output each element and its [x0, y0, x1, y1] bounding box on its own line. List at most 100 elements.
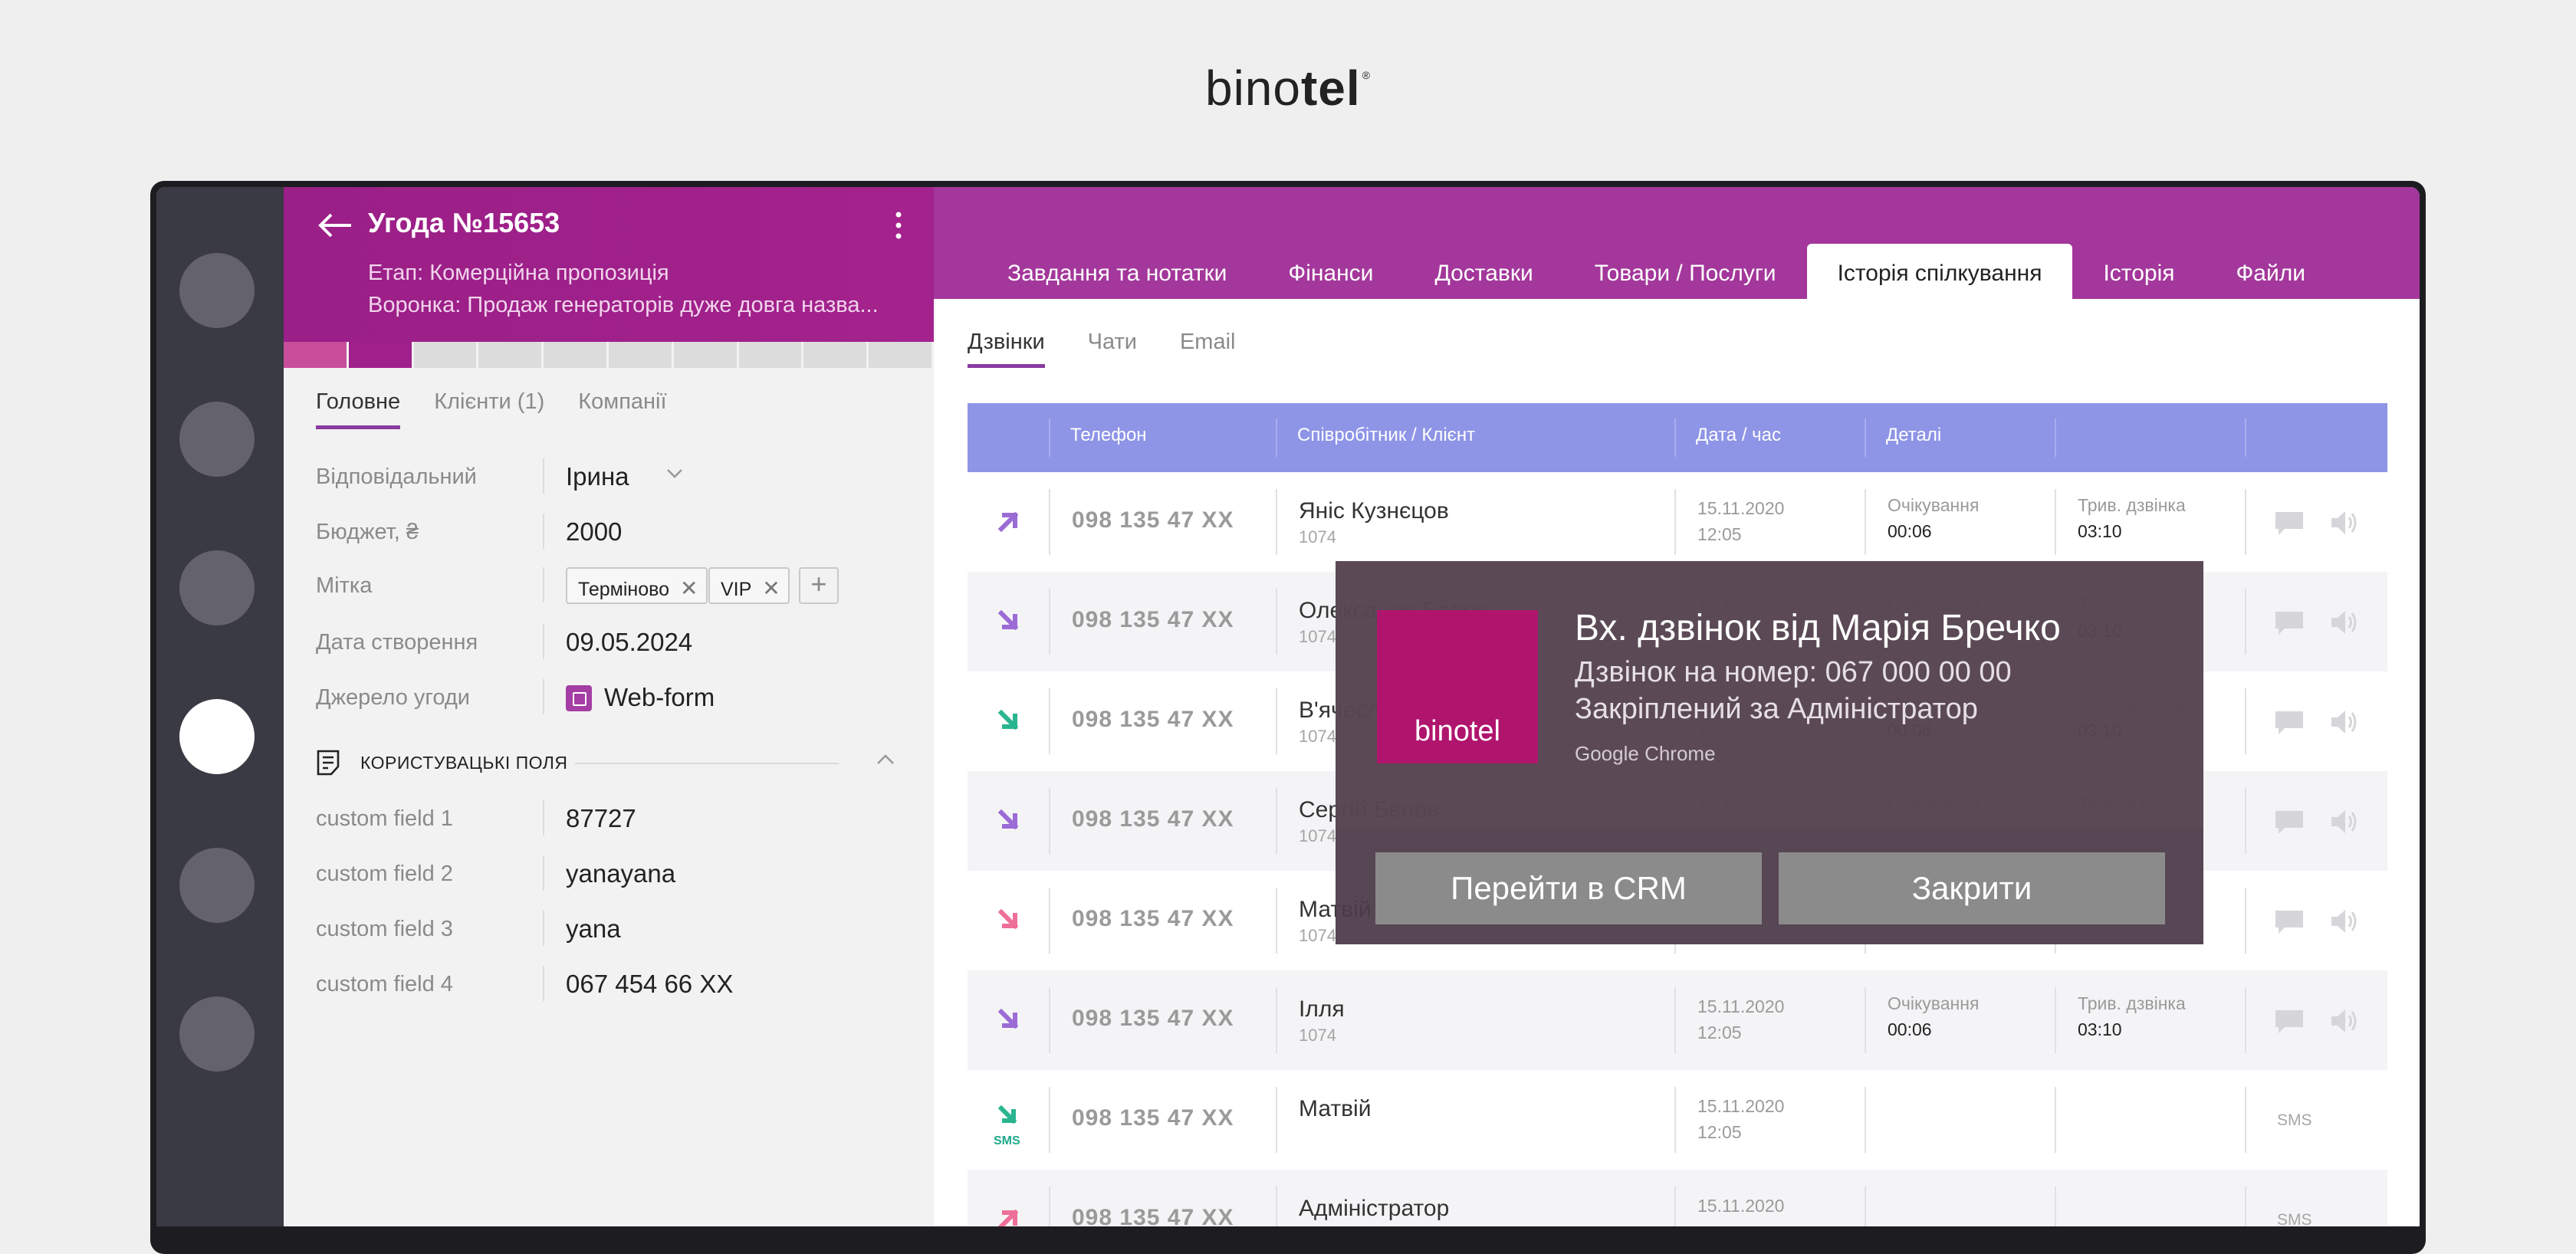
created-date: 09.05.2024 — [566, 628, 693, 656]
contact-name[interactable]: Яніс Кузнєцов — [1299, 498, 1449, 524]
field-tag: Мітка Терміново ✕ VIP ✕ + — [316, 567, 914, 606]
stage-step[interactable] — [348, 342, 414, 368]
rail-item-6[interactable] — [179, 996, 255, 1072]
tag-vip[interactable]: VIP ✕ — [708, 567, 790, 604]
tab-main[interactable]: Головне — [316, 389, 401, 429]
stage-step[interactable] — [738, 342, 804, 368]
budget-value[interactable]: 2000 — [566, 517, 622, 547]
phone-number[interactable]: 098 135 47 XX — [1072, 906, 1234, 932]
tab-files[interactable]: Файли — [2206, 244, 2337, 299]
sms-label: SMS — [2277, 1211, 2312, 1226]
wait-value: 00:06 — [1888, 1019, 1932, 1039]
close-button[interactable]: Закрити — [1779, 852, 2165, 924]
rail-item-4-active[interactable] — [179, 699, 255, 774]
tab-communication-history[interactable]: Історія спілкування — [1806, 244, 2073, 299]
responsible-select[interactable]: Ірина — [566, 462, 629, 491]
speaker-icon[interactable] — [2329, 509, 2360, 537]
stage-step[interactable] — [478, 342, 544, 368]
phone-number[interactable]: 098 135 47 XX — [1072, 607, 1234, 633]
stage-step[interactable] — [608, 342, 674, 368]
more-vertical-icon[interactable] — [894, 210, 903, 241]
remove-tag-icon[interactable]: ✕ — [762, 576, 780, 600]
comment-icon[interactable] — [2274, 710, 2305, 736]
custom-field-value[interactable]: yana — [566, 914, 621, 944]
divider — [543, 966, 544, 1001]
notification-title: Вх. дзвінок від Марія Бречко — [1575, 608, 2061, 648]
stage-step[interactable] — [544, 342, 609, 368]
rail-item-2[interactable] — [179, 402, 255, 477]
field-created: Дата створення 09.05.2024 — [316, 624, 914, 662]
speaker-icon[interactable] — [2329, 609, 2360, 636]
field-label: custom field 2 — [316, 862, 453, 886]
rail-item-1[interactable] — [179, 253, 255, 328]
table-row[interactable]: 098 135 47 XX Адміністратор 15.11.2020 S… — [968, 1170, 2387, 1226]
contact-name[interactable]: Матвій — [1299, 1096, 1371, 1122]
phone-number[interactable]: 098 135 47 XX — [1072, 1205, 1234, 1226]
custom-field-row: custom field 2 yanayana — [316, 855, 914, 894]
stage-step[interactable] — [803, 342, 869, 368]
phone-number[interactable]: 098 135 47 XX — [1072, 1006, 1234, 1032]
remove-tag-icon[interactable]: ✕ — [680, 576, 698, 600]
comment-icon[interactable] — [2274, 610, 2305, 636]
comment-icon[interactable] — [2274, 1009, 2305, 1035]
tab-finance[interactable]: Фінанси — [1257, 244, 1404, 299]
column-phone: Телефон — [1070, 425, 1147, 445]
divider — [2245, 788, 2246, 854]
back-arrow-icon[interactable] — [316, 210, 354, 241]
custom-field-value[interactable]: 067 454 66 XX — [566, 970, 733, 999]
tab-companies[interactable]: Компанії — [578, 389, 666, 429]
tab-products[interactable]: Товари / Послуги — [1564, 244, 1807, 299]
open-crm-button[interactable]: Перейти в CRM — [1375, 852, 1762, 924]
extension: 1074 — [1299, 627, 1336, 646]
phone-number[interactable]: 098 135 47 XX — [1072, 1105, 1234, 1131]
tab-tasks-notes[interactable]: Завдання та нотатки — [977, 244, 1257, 299]
chevron-down-icon[interactable] — [665, 468, 684, 480]
speaker-icon[interactable] — [2329, 708, 2360, 736]
divider — [1674, 419, 1676, 457]
stage-step[interactable] — [284, 342, 349, 368]
rail-item-3[interactable] — [179, 550, 255, 625]
subtab-email[interactable]: Email — [1180, 330, 1236, 368]
stage-step[interactable] — [869, 342, 934, 368]
field-budget: Бюджет, ₴ 2000 — [316, 514, 914, 552]
field-label: Мітка — [316, 573, 373, 598]
chevron-up-icon[interactable] — [876, 753, 895, 767]
rail-item-5[interactable] — [179, 848, 255, 923]
custom-field-value[interactable]: yanayana — [566, 859, 675, 888]
divider — [543, 800, 544, 835]
phone-number[interactable]: 098 135 47 XX — [1072, 806, 1234, 832]
field-label: custom field 3 — [316, 917, 453, 941]
comment-icon[interactable] — [2274, 510, 2305, 537]
subtab-calls[interactable]: Дзвінки — [968, 330, 1045, 368]
divider — [543, 514, 544, 549]
tab-history[interactable]: Історія — [2072, 244, 2205, 299]
stage-step[interactable] — [673, 342, 739, 368]
custom-field-row: custom field 4 067 454 66 XX — [316, 966, 914, 1004]
speaker-icon[interactable] — [2329, 808, 2360, 835]
comment-icon[interactable] — [2274, 909, 2305, 935]
notification-assigned: Закріплений за Адміністратор — [1575, 693, 1978, 725]
add-tag-button[interactable]: + — [799, 567, 839, 604]
custom-field-value[interactable]: 87727 — [566, 804, 636, 833]
tag-urgent[interactable]: Терміново ✕ — [566, 567, 708, 604]
phone-number[interactable]: 098 135 47 XX — [1072, 707, 1234, 733]
speaker-icon[interactable] — [2329, 1007, 2360, 1035]
stage-step[interactable] — [413, 342, 479, 368]
app-screen: Угода №15653 Етап: Комерційна пропозиція… — [156, 187, 2420, 1226]
custom-field-row: custom field 1 87727 — [316, 800, 914, 839]
speaker-icon[interactable] — [2329, 908, 2360, 935]
field-label: custom field 1 — [316, 806, 453, 831]
custom-fields-header[interactable]: КОРИСТУВАЦЬКІ ПОЛЯ — [316, 747, 914, 777]
table-row[interactable]: 098 135 47 XX Матвій 15.11.2020 12:05 SMS… — [968, 1070, 2387, 1170]
tab-deliveries[interactable]: Доставки — [1404, 244, 1563, 299]
tab-clients[interactable]: Клієнти (1) — [434, 389, 544, 429]
table-row[interactable]: 098 135 47 XX Яніс Кузнєцов 1074 15.11.2… — [968, 472, 2387, 572]
table-row[interactable]: 098 135 47 XX Ілля 1074 15.11.2020 12:05 … — [968, 970, 2387, 1070]
subtab-chats[interactable]: Чати — [1088, 330, 1137, 368]
divider — [1276, 489, 1277, 555]
contact-name[interactable]: Адміністратор — [1299, 1196, 1449, 1222]
phone-number[interactable]: 098 135 47 XX — [1072, 507, 1234, 533]
comment-icon[interactable] — [2274, 809, 2305, 835]
contact-name[interactable]: Ілля — [1299, 996, 1345, 1023]
deal-stage: Етап: Комерційна пропозиція — [368, 261, 669, 285]
